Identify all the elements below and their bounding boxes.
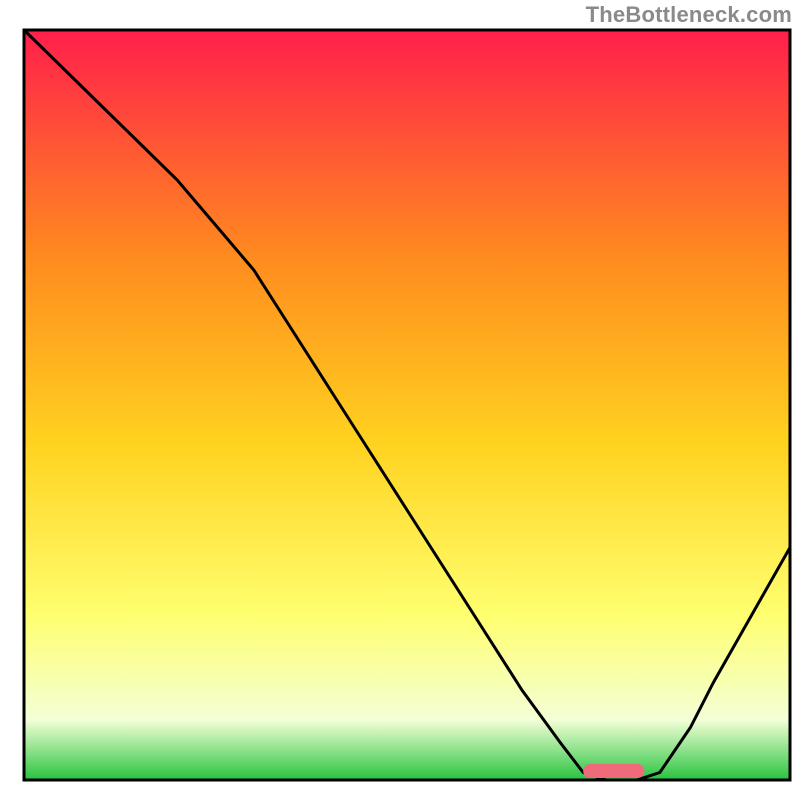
- chart-svg: [0, 0, 800, 800]
- optimal-marker: [583, 764, 644, 778]
- watermark-text: TheBottleneck.com: [586, 2, 792, 28]
- chart-stage: TheBottleneck.com: [0, 0, 800, 800]
